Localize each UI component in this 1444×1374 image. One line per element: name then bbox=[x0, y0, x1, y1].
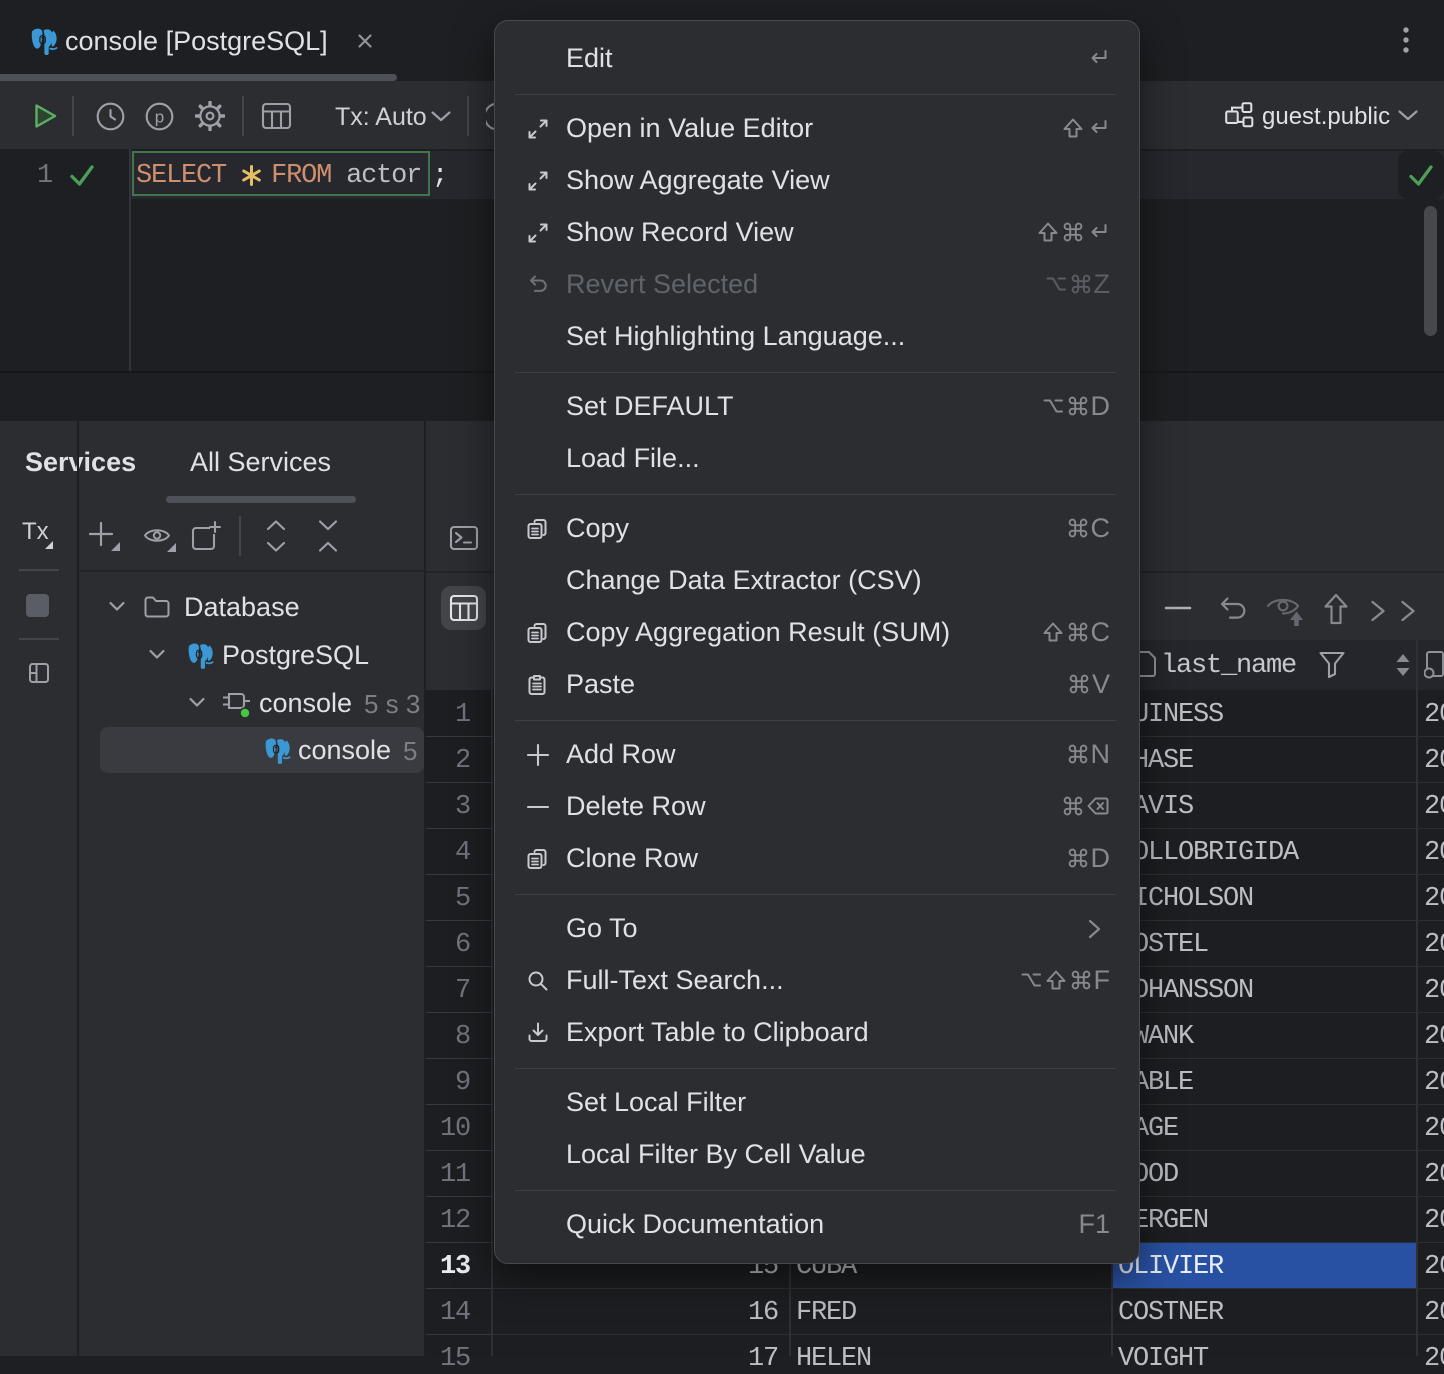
svg-text:p: p bbox=[155, 108, 164, 127]
